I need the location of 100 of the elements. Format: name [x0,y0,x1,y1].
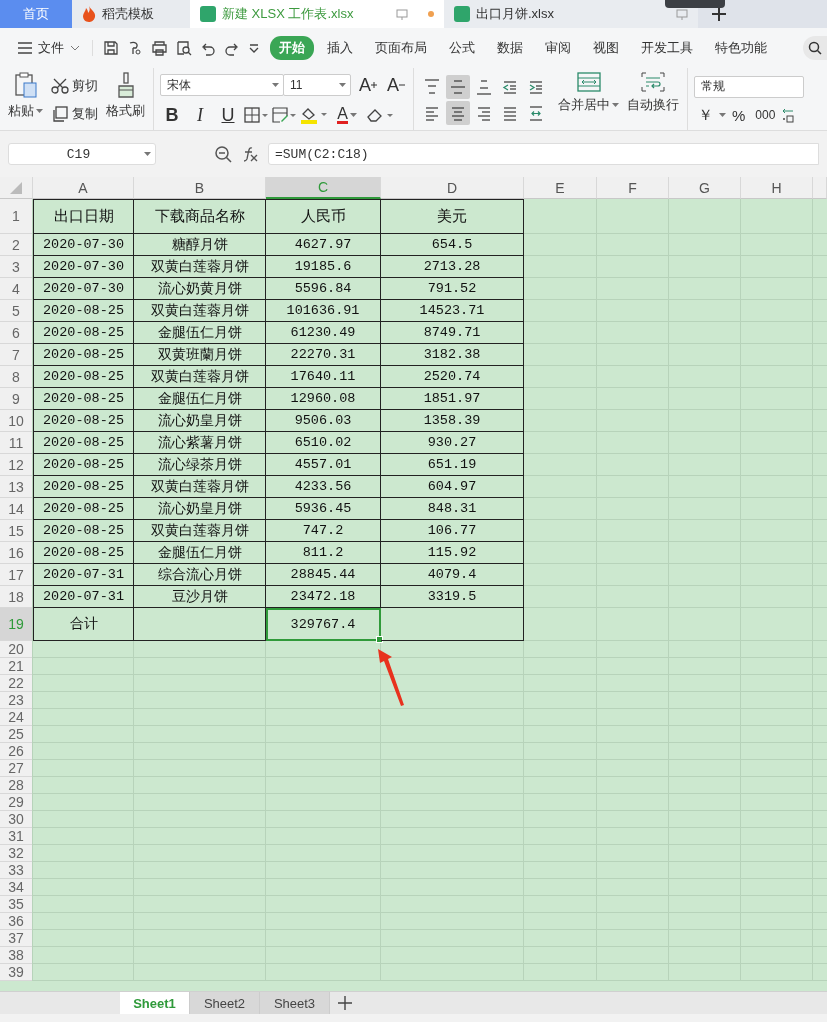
column-header[interactable]: D [381,177,524,199]
row-number[interactable]: 25 [0,726,33,743]
row-number[interactable]: 29 [0,794,33,811]
cell-reference-field[interactable]: C19 [8,143,156,165]
ribbon-tab[interactable]: 插入 [318,36,362,60]
table-cell: 4233.56 [266,476,381,498]
row-number[interactable]: 5 [0,300,33,322]
row-number[interactable]: 3 [0,256,33,278]
sheet-tab[interactable]: Sheet2 [190,992,260,1014]
column-header[interactable]: A [33,177,134,199]
row-number[interactable]: 22 [0,675,33,692]
table-cell: 4627.97 [266,234,381,256]
row-number[interactable]: 2 [0,234,33,256]
row-number[interactable]: 20 [0,641,33,658]
percent-button[interactable]: % [728,106,750,124]
table-cell: 2020-08-25 [33,432,134,454]
row-number[interactable]: 33 [0,862,33,879]
ribbon-tab[interactable]: 开始 [270,36,314,60]
paste-button[interactable]: 粘贴 [6,70,45,130]
document-tab[interactable]: 出口月饼.xlsx [444,0,698,28]
font-name-select[interactable]: 宋体 [160,74,284,96]
row-number[interactable]: 35 [0,896,33,913]
ribbon-tab[interactable]: 特色功能 [706,36,776,60]
table-cell: 791.52 [381,278,524,300]
number-format-select[interactable]: 常规 [694,75,804,98]
row-number[interactable]: 15 [0,520,33,542]
file-menu[interactable]: 文件 [14,39,84,57]
row-number[interactable]: 7 [0,344,33,366]
column-header[interactable]: F [597,177,669,199]
row-number[interactable]: 21 [0,658,33,675]
grow-font-button[interactable]: A [357,73,379,97]
ribbon-tab[interactable]: 页面布局 [366,36,436,60]
copy-button[interactable]: 复制 [49,103,100,125]
row-number[interactable]: 38 [0,947,33,964]
thousands-button[interactable]: 000 [751,108,780,122]
sheet-tab[interactable]: Sheet1 [120,992,190,1014]
underline-button[interactable]: U [216,103,240,127]
row-number[interactable]: 31 [0,828,33,845]
table-cell: 811.2 [266,542,381,564]
column-header[interactable]: G [669,177,741,199]
shrink-font-button[interactable]: A [385,73,407,97]
row-number[interactable]: 9 [0,388,33,410]
row-number[interactable]: 36 [0,913,33,930]
row-number[interactable]: 12 [0,454,33,476]
ribbon-tab[interactable]: 公式 [440,36,484,60]
row-number[interactable]: 28 [0,777,33,794]
font-size-select[interactable]: 11 [283,74,351,96]
document-tab[interactable]: 新建 XLSX 工作表.xlsx [190,0,444,28]
table-cell: 2020-08-25 [33,542,134,564]
formula-field[interactable]: =SUM(C2:C18) [268,143,819,165]
table-cell: 654.5 [381,234,524,256]
row-number[interactable]: 6 [0,322,33,344]
column-header[interactable]: E [524,177,597,199]
table-cell: 61230.49 [266,322,381,344]
row-number[interactable]: 24 [0,709,33,726]
merge-center-button[interactable]: 合并居中 [556,70,621,130]
table-cell: 2020-07-30 [33,234,134,256]
column-header[interactable]: B [134,177,266,199]
table-cell: 2020-08-25 [33,344,134,366]
format-painter-button[interactable]: 格式刷 [104,70,147,130]
table-cell: 930.27 [381,432,524,454]
italic-button[interactable]: I [188,103,212,127]
row-number[interactable]: 16 [0,542,33,564]
row-number[interactable]: 10 [0,410,33,432]
table-cell: 2020-08-25 [33,300,134,322]
document-tab[interactable]: 首页 [0,0,72,28]
table-cell: 12960.08 [266,388,381,410]
row-number[interactable]: 26 [0,743,33,760]
column-header[interactable]: H [741,177,813,199]
row-number[interactable]: 4 [0,278,33,300]
row-number[interactable]: 34 [0,879,33,896]
row-number[interactable]: 32 [0,845,33,862]
currency-button[interactable]: ￥ [694,105,717,125]
ribbon-tab[interactable]: 视图 [584,36,628,60]
text-color-button[interactable]: A [332,103,362,127]
wrap-text-button[interactable]: 自动换行 [625,70,681,130]
table-cell: 22270.31 [266,344,381,366]
table-cell: 金腿伍仁月饼 [134,388,266,410]
cut-button[interactable]: 剪切 [49,75,100,97]
table-cell: 2020-08-25 [33,454,134,476]
row-number[interactable]: 17 [0,564,33,586]
ribbon-tab[interactable]: 审阅 [536,36,580,60]
row-number[interactable]: 18 [0,586,33,608]
table-cell: 17640.11 [266,366,381,388]
row-number[interactable]: 1 [0,199,33,234]
ribbon-tab[interactable]: 数据 [488,36,532,60]
table-cell: 14523.71 [381,300,524,322]
row-number[interactable]: 11 [0,432,33,454]
row-number[interactable]: 23 [0,692,33,709]
row-number[interactable]: 13 [0,476,33,498]
ribbon-tab[interactable]: 开发工具 [632,36,702,60]
bold-button[interactable]: B [160,103,184,127]
row-number[interactable]: 8 [0,366,33,388]
row-number[interactable]: 37 [0,930,33,947]
row-number[interactable]: 14 [0,498,33,520]
row-number[interactable]: 27 [0,760,33,777]
row-number[interactable]: 30 [0,811,33,828]
sheet-tab[interactable]: Sheet3 [260,992,330,1014]
document-tab[interactable]: 稻壳模板 [72,0,190,28]
row-number[interactable]: 39 [0,964,33,981]
